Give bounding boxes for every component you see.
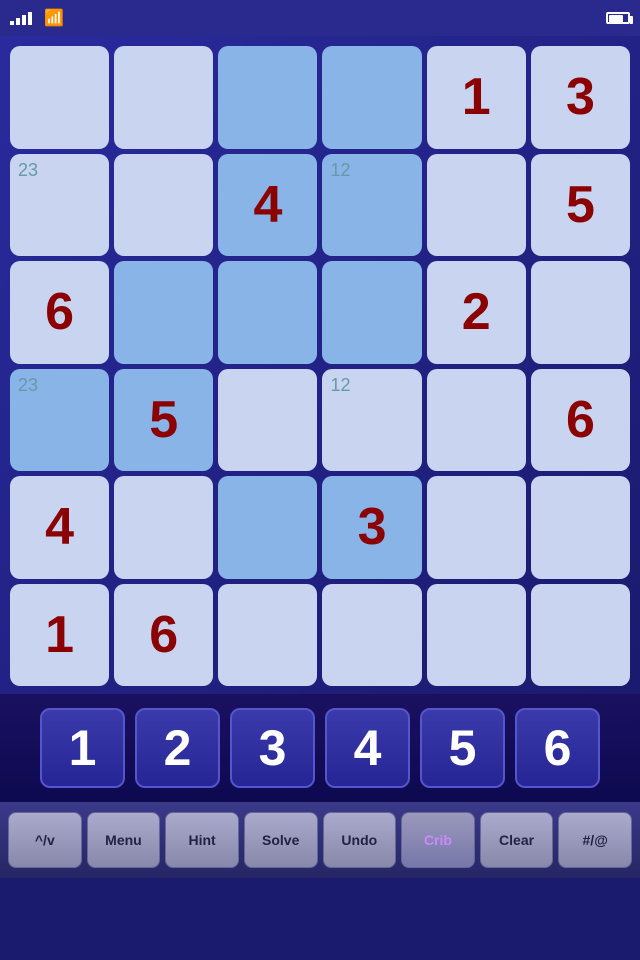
undo-button[interactable]: Undo [323,812,397,868]
cell-r0-c0[interactable] [10,46,109,149]
clear-button[interactable]: Clear [480,812,554,868]
cell-r3-c1[interactable]: 5 [114,369,213,472]
numpad-btn-1[interactable]: 1 [40,708,125,788]
cell-r0-c2[interactable] [218,46,317,149]
cell-r4-c5[interactable] [531,476,630,579]
hint-button[interactable]: Hint [165,812,239,868]
wifi-icon: 📶 [44,8,64,28]
cell-r0-c1[interactable] [114,46,213,149]
cell-r1-c2[interactable]: 4 [218,154,317,257]
sudoku-grid: 1 3 23 4 12 5 6 2 23 5 12 6 4 3 1 6 [10,46,630,686]
numpad-btn-2[interactable]: 2 [135,708,220,788]
cell-r2-c0[interactable]: 6 [10,261,109,364]
symbol-button[interactable]: #/@ [558,812,632,868]
cell-r5-c5[interactable] [531,584,630,687]
cell-r3-c4[interactable] [427,369,526,472]
cell-r5-c0[interactable]: 1 [10,584,109,687]
cell-r3-c3[interactable]: 12 [322,369,421,472]
cell-r1-c5[interactable]: 5 [531,154,630,257]
toolbar: ^/vMenuHintSolveUndoCribClear#/@ [0,802,640,878]
cell-value: 5 [566,179,595,231]
cell-r2-c4[interactable]: 2 [427,261,526,364]
cell-r5-c4[interactable] [427,584,526,687]
cell-value: 2 [462,286,491,338]
cell-r1-c1[interactable] [114,154,213,257]
cell-value: 1 [462,71,491,123]
cell-r4-c0[interactable]: 4 [10,476,109,579]
cell-r3-c5[interactable]: 6 [531,369,630,472]
cell-r0-c4[interactable]: 1 [427,46,526,149]
numpad-btn-4[interactable]: 4 [325,708,410,788]
cell-r4-c4[interactable] [427,476,526,579]
cell-value: 1 [45,609,74,661]
cell-r1-c3[interactable]: 12 [322,154,421,257]
cell-r4-c3[interactable]: 3 [322,476,421,579]
numpad-btn-3[interactable]: 3 [230,708,315,788]
cell-small-hint: 12 [330,375,350,396]
cell-value: 5 [149,394,178,446]
status-left: 📶 [10,8,64,28]
cell-value: 6 [45,286,74,338]
grid-area: 1 3 23 4 12 5 6 2 23 5 12 6 4 3 1 6 [0,36,640,694]
cell-r5-c3[interactable] [322,584,421,687]
cell-r2-c3[interactable] [322,261,421,364]
cell-r3-c2[interactable] [218,369,317,472]
cell-r1-c4[interactable] [427,154,526,257]
battery-icon [606,12,630,24]
menu-button[interactable]: Menu [87,812,161,868]
cell-value: 6 [149,609,178,661]
toggle-button[interactable]: ^/v [8,812,82,868]
cell-r4-c1[interactable] [114,476,213,579]
cell-r2-c1[interactable] [114,261,213,364]
cell-r0-c3[interactable] [322,46,421,149]
crib-button[interactable]: Crib [401,812,475,868]
cell-r5-c1[interactable]: 6 [114,584,213,687]
cell-value: 3 [566,71,595,123]
solve-button[interactable]: Solve [244,812,318,868]
cell-r2-c5[interactable] [531,261,630,364]
cell-r3-c0[interactable]: 23 [10,369,109,472]
signal-icon [10,12,32,25]
number-pad: 123456 [0,694,640,802]
cell-r0-c5[interactable]: 3 [531,46,630,149]
cell-r5-c2[interactable] [218,584,317,687]
cell-small-hint: 12 [330,160,350,181]
cell-small-hint: 23 [18,160,38,181]
cell-r1-c0[interactable]: 23 [10,154,109,257]
cell-small-hint: 23 [18,375,38,396]
cell-value: 3 [358,501,387,553]
cell-value: 6 [566,394,595,446]
cell-r2-c2[interactable] [218,261,317,364]
numpad-btn-6[interactable]: 6 [515,708,600,788]
cell-value: 4 [45,501,74,553]
cell-r4-c2[interactable] [218,476,317,579]
status-bar: 📶 [0,0,640,36]
cell-value: 4 [253,179,282,231]
numpad-btn-5[interactable]: 5 [420,708,505,788]
